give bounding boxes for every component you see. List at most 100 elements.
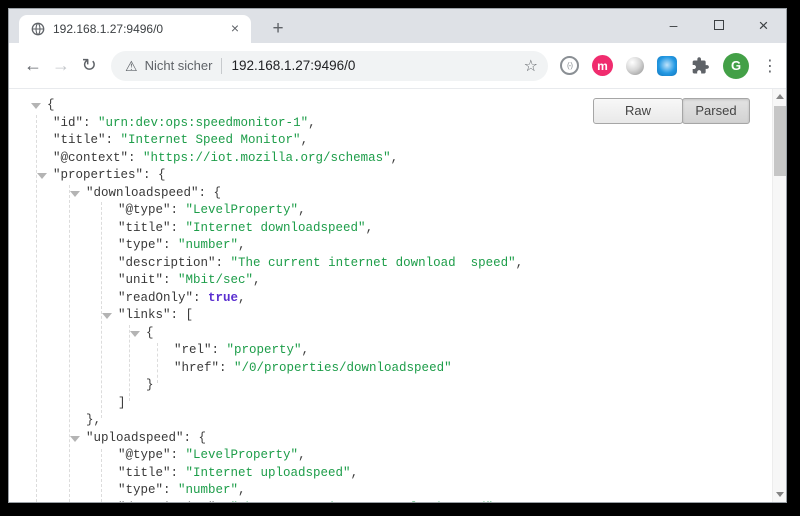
profile-avatar[interactable]: G <box>723 53 749 79</box>
json-key: "@type" <box>118 448 171 462</box>
json-punct: : <box>171 221 186 235</box>
json-punct: : <box>216 501 231 503</box>
json-punct: , <box>238 291 246 305</box>
json-line: "type": "number", <box>9 237 772 255</box>
json-viewer: {"id": "urn:dev:ops:speedmonitor-1","tit… <box>9 89 772 502</box>
globe-favicon-icon <box>31 22 45 36</box>
extension-icons-row: (-) m G ⋮ <box>560 53 776 79</box>
forward-button[interactable]: → <box>47 55 75 76</box>
address-bar[interactable]: ⚠ Nicht sicher 192.168.1.27:9496/0 ☆ <box>111 51 548 81</box>
json-line: "rel": "property", <box>9 342 772 360</box>
json-key: "description" <box>118 256 216 270</box>
json-key: "type" <box>118 238 163 252</box>
browser-window: 192.168.1.27:9496/0 × + – × ← → ↻ <box>8 8 787 503</box>
json-key: "unit" <box>118 273 163 287</box>
json-key: "@context" <box>53 151 128 165</box>
json-line: }, <box>9 412 772 430</box>
json-line: "href": "/0/properties/downloadspeed" <box>9 360 772 378</box>
json-punct: : { <box>199 186 222 200</box>
json-line: "description": "The current internet upl… <box>9 500 772 503</box>
view-toggle: Raw Parsed <box>593 98 750 124</box>
tab-close-icon[interactable]: × <box>227 21 243 37</box>
maximize-icon <box>714 20 724 30</box>
vertical-scrollbar[interactable] <box>772 89 786 502</box>
json-lines: {"id": "urn:dev:ops:speedmonitor-1","tit… <box>9 97 772 502</box>
json-string: "Mbit/sec" <box>178 273 253 287</box>
json-punct: , <box>351 466 359 480</box>
json-punct: , <box>253 273 261 287</box>
json-string: "LevelProperty" <box>186 203 299 217</box>
json-key: "@type" <box>118 203 171 217</box>
scrollbar-thumb[interactable] <box>774 106 786 176</box>
reload-button[interactable]: ↻ <box>75 55 103 76</box>
extension-pink-icon[interactable]: m <box>592 55 613 76</box>
close-icon: × <box>759 17 769 34</box>
scroll-up-button[interactable] <box>773 89 786 104</box>
scroll-down-button[interactable] <box>773 487 786 502</box>
json-punct: : <box>219 361 234 375</box>
json-line: "@type": "LevelProperty", <box>9 447 772 465</box>
json-punct: : [ <box>171 308 194 322</box>
json-key: "title" <box>118 221 171 235</box>
page-content: Raw Parsed {"id": "urn:dev:ops:speedmoni… <box>9 89 786 502</box>
json-string: "The current internet upload speed" <box>231 501 494 503</box>
json-string: "/0/properties/downloadspeed" <box>234 361 452 375</box>
json-line: "title": "Internet downloadspeed", <box>9 220 772 238</box>
tab-title: 192.168.1.27:9496/0 <box>53 22 227 36</box>
json-string: "number" <box>178 483 238 497</box>
json-punct: : { <box>143 168 166 182</box>
json-punct: : <box>163 273 178 287</box>
json-string: "Internet downloadspeed" <box>186 221 366 235</box>
json-punct: ] <box>118 396 126 410</box>
collapse-toggle-icon[interactable] <box>102 313 112 319</box>
url-text[interactable]: 192.168.1.27:9496/0 <box>231 58 517 73</box>
json-string: "Internet uploadspeed" <box>186 466 351 480</box>
json-key: "title" <box>118 466 171 480</box>
minimize-button[interactable]: – <box>651 9 696 41</box>
close-button[interactable]: × <box>741 9 786 41</box>
collapse-toggle-icon[interactable] <box>37 173 47 179</box>
browser-toolbar: ← → ↻ ⚠ Nicht sicher 192.168.1.27:9496/0… <box>9 43 786 89</box>
json-line: "properties": { <box>9 167 772 185</box>
collapse-toggle-icon[interactable] <box>70 191 80 197</box>
json-punct: : <box>128 151 143 165</box>
json-key: "title" <box>53 133 106 147</box>
json-key: "href" <box>174 361 219 375</box>
json-line: "description": "The current internet dow… <box>9 255 772 273</box>
bookmark-star-icon[interactable]: ☆ <box>524 56 538 76</box>
parsed-button[interactable]: Parsed <box>682 98 750 124</box>
security-label[interactable]: Nicht sicher <box>145 58 213 73</box>
json-string: "LevelProperty" <box>186 448 299 462</box>
json-key: "readOnly" <box>118 291 193 305</box>
maximize-button[interactable] <box>696 9 741 41</box>
extension-ring-icon[interactable]: (-) <box>560 56 579 75</box>
back-button[interactable]: ← <box>19 55 47 76</box>
json-punct: , <box>238 483 246 497</box>
minimize-icon: – <box>670 18 678 32</box>
json-line: ] <box>9 395 772 413</box>
json-line: "readOnly": true, <box>9 290 772 308</box>
new-tab-button[interactable]: + <box>265 16 291 42</box>
collapse-toggle-icon[interactable] <box>130 331 140 337</box>
json-key: "description" <box>118 501 216 503</box>
tab-strip: 192.168.1.27:9496/0 × + – × <box>9 9 786 43</box>
collapse-toggle-icon[interactable] <box>70 436 80 442</box>
raw-button[interactable]: Raw <box>593 98 683 124</box>
json-key: "type" <box>118 483 163 497</box>
json-punct: : <box>163 483 178 497</box>
json-punct: , <box>238 238 246 252</box>
json-punct: : <box>106 133 121 147</box>
scroll-down-icon <box>776 492 784 497</box>
json-punct: , <box>308 116 316 130</box>
not-secure-warning-icon[interactable]: ⚠ <box>125 59 138 73</box>
json-key: "id" <box>53 116 83 130</box>
browser-tab[interactable]: 192.168.1.27:9496/0 × <box>19 15 251 43</box>
extensions-puzzle-icon[interactable] <box>690 56 710 76</box>
omnibox-separator <box>221 58 222 74</box>
json-punct: : { <box>184 431 207 445</box>
extension-blue-icon[interactable] <box>657 56 677 76</box>
browser-menu-icon[interactable]: ⋮ <box>762 56 776 76</box>
json-punct: } <box>146 378 154 392</box>
collapse-toggle-icon[interactable] <box>31 103 41 109</box>
extension-sphere-icon[interactable] <box>626 57 644 75</box>
